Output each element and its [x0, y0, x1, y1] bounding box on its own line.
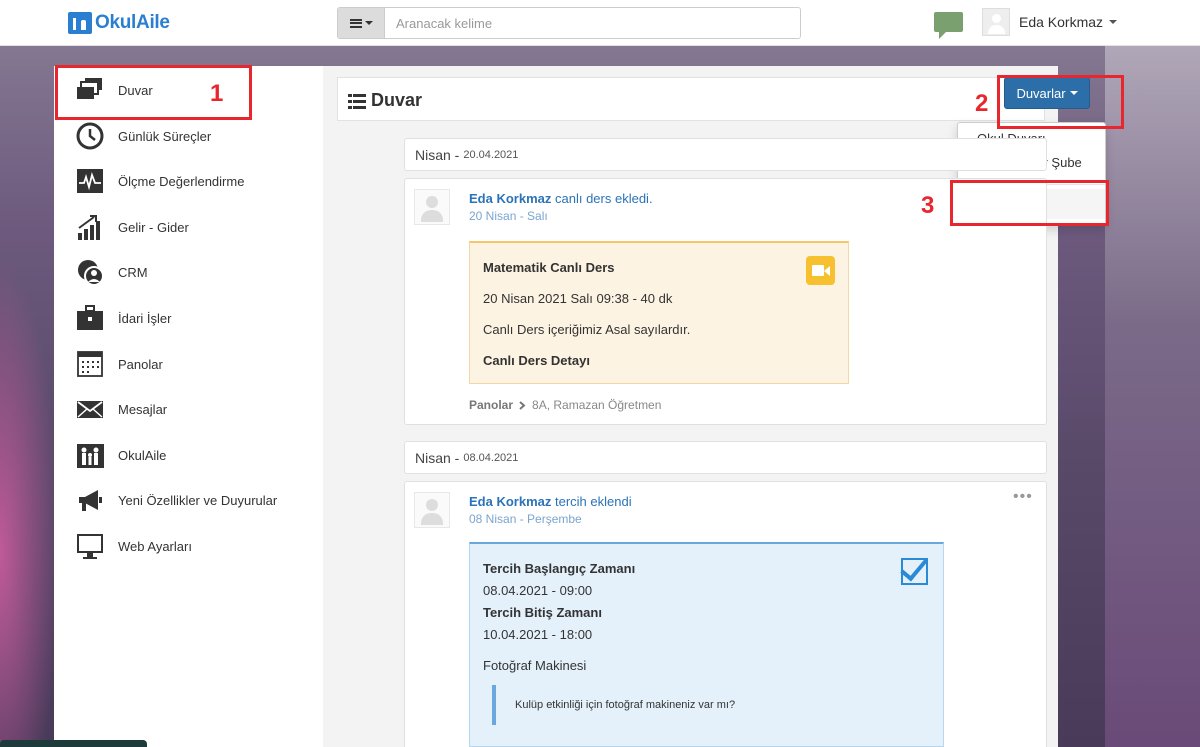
preference-end-value: 10.04.2021 - 18:00 [483, 627, 593, 642]
preference-start-value: 08.04.2021 - 09:00 [483, 583, 593, 598]
live-lesson-datetime: 20 Nisan 2021 Salı 09:38 - 40 dk [483, 291, 673, 306]
sidebar-item-label: Mesajlar [118, 401, 168, 417]
menu-icon [349, 18, 362, 28]
breadcrumb-root[interactable]: Panolar [469, 398, 513, 412]
search-menu-button[interactable] [338, 8, 385, 38]
live-lesson-content: Canlı Ders içeriğimiz Asal sayılardır. [483, 322, 691, 337]
sidebar-item-idari-isler[interactable]: İdari İşler [76, 302, 171, 334]
preference-box: Tercih Başlangıç Zamanı 08.04.2021 - 09:… [469, 542, 944, 747]
video-camera-icon [806, 256, 835, 285]
sidebar: Duvar Günlük Süreçler Ölçme Değerlendirm… [54, 66, 323, 747]
logo-text: OkulAile [95, 12, 170, 33]
post-author-avatar[interactable] [414, 189, 450, 225]
background-glow [0, 260, 60, 747]
measure-icon [76, 167, 104, 195]
sidebar-item-label: İdari İşler [118, 310, 172, 326]
sidebar-item-label: Web Ayarları [118, 538, 192, 554]
search-bar [337, 7, 801, 39]
date-value: 20.04.2021 [463, 148, 519, 161]
app-logo[interactable]: OkulAile [68, 12, 170, 34]
top-navbar: OkulAile Eda Korkmaz [0, 0, 1200, 46]
preference-question-text: Kulüp etkinliği için fotoğraf makineniz … [515, 699, 736, 711]
sidebar-item-olcme-degerlendirme[interactable]: Ölçme Değerlendirme [76, 165, 244, 197]
breadcrumb-path[interactable]: 8A, Ramazan Öğretmen [532, 398, 661, 412]
preference-end-label: Tercih Bitiş Zamanı [483, 605, 602, 620]
megaphone-icon [76, 486, 104, 514]
bottom-bar [0, 740, 147, 747]
date-month: Nisan - [415, 146, 460, 163]
sidebar-item-yeni-ozellikler[interactable]: Yeni Özellikler ve Duyurular [76, 484, 277, 516]
sidebar-item-label: Gelir - Gider [118, 219, 189, 235]
live-lesson-box: Matematik Canlı Ders 20 Nisan 2021 Salı … [469, 241, 849, 384]
briefcase-icon [76, 304, 104, 332]
more-options-icon[interactable]: ••• [1013, 488, 1033, 506]
post-time: 08 Nisan - Perşembe [469, 512, 582, 526]
logo-icon [68, 12, 92, 34]
post-title: Eda Korkmaz canlı ders ekledi. [469, 191, 653, 206]
sidebar-item-panolar[interactable]: Panolar [76, 348, 163, 380]
envelope-icon [76, 395, 104, 423]
sidebar-item-label: CRM [118, 264, 148, 280]
post-time: 20 Nisan - Salı [469, 209, 548, 223]
checkbox-checked-icon [901, 558, 928, 585]
sidebar-item-label: Ölçme Değerlendirme [118, 173, 245, 189]
live-lesson-title: Matematik Canlı Ders [483, 260, 615, 275]
sidebar-item-label: Yeni Özellikler ve Duyurular [118, 492, 278, 508]
post-action: tercih eklendi [555, 494, 632, 509]
monitor-icon [76, 532, 104, 560]
post-action: canlı ders ekledi. [555, 191, 653, 206]
sidebar-item-label: OkulAile [118, 447, 167, 463]
sidebar-item-crm[interactable]: CRM [76, 256, 148, 288]
preference-start-label: Tercih Başlangıç Zamanı [483, 561, 636, 576]
live-lesson-detail-link[interactable]: Canlı Ders Detayı [483, 353, 590, 368]
post-author[interactable]: Eda Korkmaz [469, 191, 551, 206]
sidebar-item-label: Panolar [118, 356, 163, 372]
page-title: Duvar [348, 90, 422, 111]
annotation-number-3: 3 [921, 192, 935, 219]
annotation-number-2: 2 [975, 90, 989, 117]
user-menu[interactable]: Eda Korkmaz [1019, 14, 1118, 30]
page-header: Duvar [337, 77, 1045, 121]
family-icon [76, 441, 104, 469]
annotation-box-3 [950, 180, 1109, 226]
main-content: Duvar Duvarlar Okul Duvarı Bahçelievler … [323, 66, 1106, 747]
chevron-right-icon [519, 400, 526, 410]
crm-icon [76, 258, 104, 286]
annotation-box-2 [997, 75, 1124, 129]
list-icon [348, 93, 366, 109]
background-right [1105, 46, 1200, 747]
search-input[interactable] [385, 8, 800, 38]
preference-item: Fotoğraf Makinesi [483, 658, 587, 673]
chart-up-icon [76, 213, 104, 241]
board-icon [76, 350, 104, 378]
chat-icon[interactable] [934, 12, 963, 39]
sidebar-item-gelir-gider[interactable]: Gelir - Gider [76, 211, 189, 243]
post-breadcrumb: Panolar 8A, Ramazan Öğretmen [469, 398, 661, 412]
post-author[interactable]: Eda Korkmaz [469, 494, 551, 509]
date-month: Nisan - [415, 449, 460, 466]
sidebar-item-mesajlar[interactable]: Mesajlar [76, 393, 167, 425]
sidebar-item-okulaile[interactable]: OkulAile [76, 439, 166, 471]
preference-question: Kulüp etkinliği için fotoğraf makineniz … [492, 685, 912, 725]
post-title: Eda Korkmaz tercih eklendi [469, 494, 632, 509]
sidebar-item-gunluk-surecler[interactable]: Günlük Süreçler [76, 120, 211, 152]
wall-post-card: Eda Korkmaz tercih eklendi 08 Nisan - Pe… [404, 481, 1047, 747]
annotation-number-1: 1 [210, 80, 224, 107]
date-group-header: Nisan - 20.04.2021 [404, 138, 1047, 171]
page-title-text: Duvar [371, 90, 423, 110]
sidebar-item-web-ayarlari[interactable]: Web Ayarları [76, 530, 192, 562]
sidebar-item-label: Günlük Süreçler [118, 128, 212, 144]
date-group-header: Nisan - 08.04.2021 [404, 441, 1047, 474]
user-avatar[interactable] [982, 8, 1010, 36]
clock-icon [76, 122, 104, 150]
user-name: Eda Korkmaz [1019, 14, 1104, 30]
caret-down-icon [364, 21, 373, 25]
post-author-avatar[interactable] [414, 492, 450, 528]
date-value: 08.04.2021 [463, 451, 519, 464]
caret-down-icon [1109, 20, 1118, 24]
